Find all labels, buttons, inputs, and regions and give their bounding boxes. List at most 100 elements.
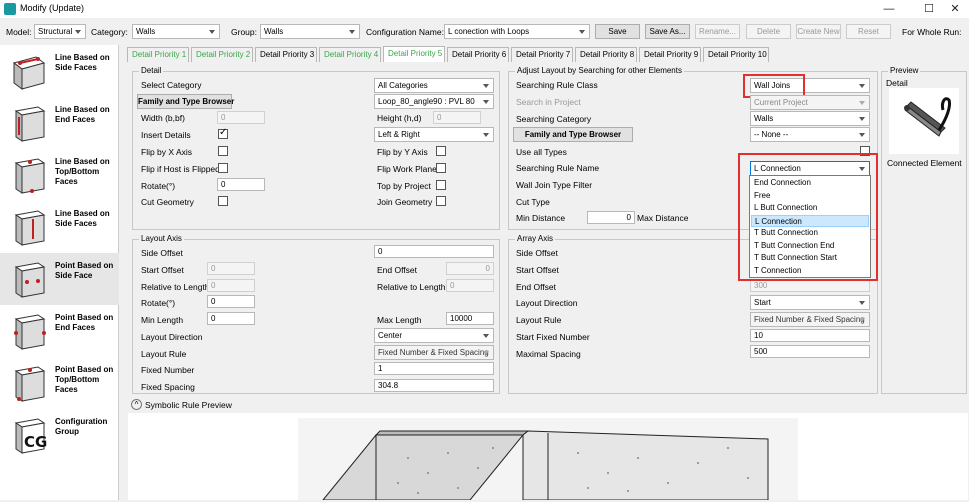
group-select[interactable]: Walls xyxy=(260,24,360,39)
top-by-project-checkbox[interactable] xyxy=(436,180,446,190)
sidebar-item-line-top-bottom[interactable]: Line Based on Top/Bottom Faces xyxy=(0,149,119,201)
sidebar-item-point-end-faces[interactable]: Point Based on End Faces xyxy=(0,305,119,357)
tab-detail-priority-8[interactable]: Detail Priority 8 xyxy=(575,47,637,62)
flip-work-plane-checkbox[interactable] xyxy=(436,163,446,173)
side-offset-label: Side Offset xyxy=(141,248,183,258)
sidebar-item-line-side-faces[interactable]: Line Based on Side Faces xyxy=(0,45,119,97)
array-rule-label: Layout Rule xyxy=(516,315,562,325)
start-offset-label: Start Offset xyxy=(141,265,184,275)
cg-icon: CG xyxy=(14,418,47,454)
symbolic-preview-title: Symbolic Rule Preview xyxy=(145,400,232,410)
rename-button[interactable]: Rename... xyxy=(695,24,740,39)
select-category-label: Select Category xyxy=(141,80,202,90)
tab-detail-priority-3[interactable]: Detail Priority 3 xyxy=(255,47,317,62)
flip-host-checkbox[interactable] xyxy=(218,163,228,173)
cut-geometry-checkbox[interactable] xyxy=(218,196,228,206)
sidebar-item-point-top-bottom[interactable]: Point Based on Top/Bottom Faces xyxy=(0,357,119,409)
search-in-project-select[interactable]: Current Project xyxy=(750,95,870,110)
sidebar-item-line-end-faces[interactable]: Line Based on End Faces xyxy=(0,97,119,149)
array-rule-select[interactable]: Fixed Number & Fixed Spacing xyxy=(750,312,870,327)
top-by-project-label: Top by Project xyxy=(377,181,431,191)
detail-panel-title: Detail xyxy=(139,66,164,75)
insert-details-checkbox[interactable] xyxy=(218,127,228,139)
tab-detail-priority-7[interactable]: Detail Priority 7 xyxy=(511,47,573,62)
array-direction-select[interactable]: Start xyxy=(750,295,870,310)
sidebar: Line Based on Side Faces Line Based on E… xyxy=(0,45,119,500)
fixed-number-field[interactable]: 1 xyxy=(374,362,494,375)
symbolic-preview-header[interactable]: ^ Symbolic Rule Preview xyxy=(128,398,968,412)
rotate-field[interactable]: 0 xyxy=(217,178,265,191)
save-button[interactable]: Save xyxy=(595,24,640,39)
close-button[interactable]: ✕ xyxy=(941,1,969,17)
width-label: Width (b,bf) xyxy=(141,113,185,123)
end-offset-field[interactable]: 0 xyxy=(446,262,494,275)
title-bar: Modify (Update) — ☐ ✕ xyxy=(0,0,969,18)
width-field[interactable]: 0 xyxy=(217,111,265,124)
join-geometry-checkbox[interactable] xyxy=(436,196,446,206)
flip-y-checkbox[interactable] xyxy=(436,146,446,156)
tab-detail-priority-10[interactable]: Detail Priority 10 xyxy=(703,47,769,62)
rule-class-label: Searching Rule Class xyxy=(516,80,598,90)
category-label: Category: xyxy=(91,27,128,37)
reset-button[interactable]: Reset xyxy=(846,24,891,39)
sidebar-item-configuration-group[interactable]: CG Configuration Group xyxy=(0,409,119,461)
category-select[interactable]: Walls xyxy=(132,24,220,39)
select-category-select[interactable]: All Categories xyxy=(374,78,494,93)
config-name-select[interactable]: L conection with Loops xyxy=(444,24,590,39)
array-direction-label: Layout Direction xyxy=(516,298,578,308)
layout-direction-select[interactable]: Center xyxy=(374,328,494,343)
family-type-browser-button[interactable]: Family and Type Browser xyxy=(137,94,234,109)
svg-text:CG: CG xyxy=(24,433,47,451)
side-offset-field[interactable]: 0 xyxy=(374,245,494,258)
relative-length-end-field[interactable]: 0 xyxy=(446,279,494,292)
start-fixed-number-field[interactable]: 10 xyxy=(750,329,870,342)
flip-x-checkbox[interactable] xyxy=(218,146,228,156)
fixed-spacing-label: Fixed Spacing xyxy=(141,382,195,392)
array-end-offset-label: End Offset xyxy=(516,282,557,292)
model-select[interactable]: Structural xyxy=(34,24,86,39)
line-side-faces-2-icon xyxy=(14,210,46,246)
maximal-spacing-field[interactable]: 500 xyxy=(750,345,870,358)
layout-axis-title: Layout Axis xyxy=(139,234,184,243)
layout-rotate-field[interactable]: 0 xyxy=(207,295,255,308)
cut-type-label: Cut Type xyxy=(516,197,550,207)
relative-length-start-field[interactable]: 0 xyxy=(207,279,255,292)
line-top-bottom-faces-icon xyxy=(14,158,46,194)
tab-detail-priority-2[interactable]: Detail Priority 2 xyxy=(191,47,253,62)
point-end-faces-icon xyxy=(14,314,46,350)
symbolic-preview-canvas xyxy=(128,413,968,501)
point-top-bottom-faces-icon xyxy=(14,366,46,402)
layout-rule-select[interactable]: Fixed Number & Fixed Spacing xyxy=(374,345,494,360)
searching-category-select[interactable]: Walls xyxy=(750,111,870,126)
adjust-family-select[interactable]: -- None -- xyxy=(750,127,870,142)
sidebar-item-point-side-face[interactable]: Point Based on Side Face xyxy=(0,253,119,305)
adjust-family-type-browser-button[interactable]: Family and Type Browser xyxy=(513,127,633,142)
height-field[interactable]: 0 xyxy=(433,111,481,124)
save-as-button[interactable]: Save As... xyxy=(645,24,690,39)
adjust-layout-title: Adjust Layout by Searching for other Ele… xyxy=(515,66,684,75)
family-type-select[interactable]: Loop_80_angle90 : PVL 80 xyxy=(374,94,494,109)
tab-detail-priority-6[interactable]: Detail Priority 6 xyxy=(447,47,509,62)
insert-details-label: Insert Details xyxy=(141,130,191,140)
insert-align-select[interactable]: Left & Right xyxy=(374,127,494,142)
max-distance-label: Max Distance xyxy=(637,213,689,223)
minimize-button[interactable]: — xyxy=(875,1,903,17)
delete-button[interactable]: Delete xyxy=(746,24,791,39)
layout-rotate-label: Rotate(°) xyxy=(141,298,176,308)
tab-detail-priority-5[interactable]: Detail Priority 5 xyxy=(383,46,445,62)
tab-detail-priority-1[interactable]: Detail Priority 1 xyxy=(127,47,189,62)
create-new-button[interactable]: Create New xyxy=(796,24,841,39)
layout-direction-label: Layout Direction xyxy=(141,332,203,342)
max-length-field[interactable]: 10000 xyxy=(446,312,494,325)
start-offset-field[interactable]: 0 xyxy=(207,262,255,275)
tab-detail-priority-9[interactable]: Detail Priority 9 xyxy=(639,47,701,62)
min-distance-field[interactable]: 0 xyxy=(587,211,635,224)
tab-detail-priority-4[interactable]: Detail Priority 4 xyxy=(319,47,381,62)
collapse-toggle-icon[interactable]: ^ xyxy=(131,399,142,410)
flip-host-label: Flip if Host is Flipped xyxy=(141,164,220,174)
min-length-field[interactable]: 0 xyxy=(207,312,255,325)
maximize-button[interactable]: ☐ xyxy=(915,1,943,17)
rotate-label: Rotate(°) xyxy=(141,181,176,191)
fixed-spacing-field[interactable]: 304.8 xyxy=(374,379,494,392)
sidebar-item-line-side-faces-2[interactable]: Line Based on Side Faces xyxy=(0,201,119,253)
